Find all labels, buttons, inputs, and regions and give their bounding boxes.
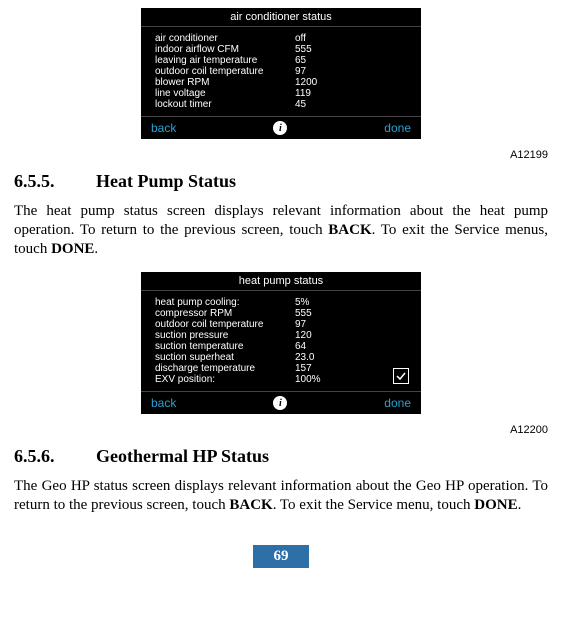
section-paragraph: The heat pump status screen displays rel… (14, 202, 548, 258)
row-label: indoor airflow CFM (155, 44, 295, 55)
row-label: suction superheat (155, 352, 295, 363)
status-row: compressor RPM555 (155, 308, 407, 319)
section-title: Geothermal HP Status (96, 446, 269, 466)
status-row: line voltage119 (155, 88, 407, 99)
info-icon[interactable]: i (273, 396, 287, 410)
panel-footer: back i done (141, 391, 421, 414)
status-row: EXV position:100% (155, 374, 407, 385)
row-value: 97 (295, 66, 407, 77)
keyword-back: BACK (328, 222, 371, 238)
row-value: 65 (295, 55, 407, 66)
section-number: 6.5.6. (14, 446, 96, 467)
section-number: 6.5.5. (14, 171, 96, 192)
section-title: Heat Pump Status (96, 171, 236, 191)
row-value: 64 (295, 341, 407, 352)
panel-title: heat pump status (141, 272, 421, 291)
row-value: 23.0 (295, 352, 407, 363)
done-button[interactable]: done (384, 396, 411, 410)
status-row: leaving air temperature65 (155, 55, 407, 66)
row-value: 157 (295, 363, 407, 374)
panel-footer: back i done (141, 116, 421, 139)
row-label: blower RPM (155, 77, 295, 88)
row-label: compressor RPM (155, 308, 295, 319)
panel-body: air conditioneroff indoor airflow CFM555… (141, 27, 421, 116)
ac-status-panel: air conditioner status air conditionerof… (141, 8, 421, 139)
row-value: 555 (295, 44, 407, 55)
row-value: 100% (295, 374, 407, 385)
figure-caption: A12200 (14, 424, 548, 436)
row-label: air conditioner (155, 33, 295, 44)
row-label: heat pump cooling: (155, 297, 295, 308)
status-row: outdoor coil temperature97 (155, 66, 407, 77)
back-button[interactable]: back (151, 396, 176, 410)
section-heading: 6.5.5.Heat Pump Status (14, 171, 548, 192)
back-button[interactable]: back (151, 121, 176, 135)
para-text: . (518, 497, 522, 513)
status-row: heat pump cooling:5% (155, 297, 407, 308)
row-label: suction pressure (155, 330, 295, 341)
info-icon[interactable]: i (273, 121, 287, 135)
status-row: blower RPM1200 (155, 77, 407, 88)
done-button[interactable]: done (384, 121, 411, 135)
keyword-done: DONE (474, 497, 517, 513)
status-row: lockout timer45 (155, 99, 407, 110)
status-row: suction superheat23.0 (155, 352, 407, 363)
check-icon[interactable] (393, 368, 409, 384)
para-text: . To exit the Service menu, touch (273, 497, 475, 513)
row-value: 97 (295, 319, 407, 330)
status-row: indoor airflow CFM555 (155, 44, 407, 55)
row-value: 1200 (295, 77, 407, 88)
status-row: air conditioneroff (155, 33, 407, 44)
status-row: suction temperature64 (155, 341, 407, 352)
heat-pump-status-panel: heat pump status heat pump cooling:5% co… (141, 272, 421, 414)
figure-caption: A12199 (14, 149, 548, 161)
status-row: suction pressure120 (155, 330, 407, 341)
row-label: line voltage (155, 88, 295, 99)
page-number: 69 (253, 545, 309, 568)
row-label: outdoor coil temperature (155, 66, 295, 77)
section-heading: 6.5.6.Geothermal HP Status (14, 446, 548, 467)
keyword-done: DONE (51, 241, 94, 257)
panel-body: heat pump cooling:5% compressor RPM555 o… (141, 291, 421, 391)
row-value: 5% (295, 297, 407, 308)
row-label: EXV position: (155, 374, 295, 385)
section-paragraph: The Geo HP status screen displays releva… (14, 477, 548, 515)
row-label: outdoor coil temperature (155, 319, 295, 330)
status-row: outdoor coil temperature97 (155, 319, 407, 330)
keyword-back: BACK (229, 497, 272, 513)
row-value: off (295, 33, 407, 44)
row-value: 119 (295, 88, 407, 99)
row-label: lockout timer (155, 99, 295, 110)
row-value: 120 (295, 330, 407, 341)
panel-title: air conditioner status (141, 8, 421, 27)
row-value: 555 (295, 308, 407, 319)
row-label: leaving air temperature (155, 55, 295, 66)
row-value: 45 (295, 99, 407, 110)
row-label: suction temperature (155, 341, 295, 352)
para-text: . (94, 241, 98, 257)
row-label: discharge temperature (155, 363, 295, 374)
status-row: discharge temperature157 (155, 363, 407, 374)
